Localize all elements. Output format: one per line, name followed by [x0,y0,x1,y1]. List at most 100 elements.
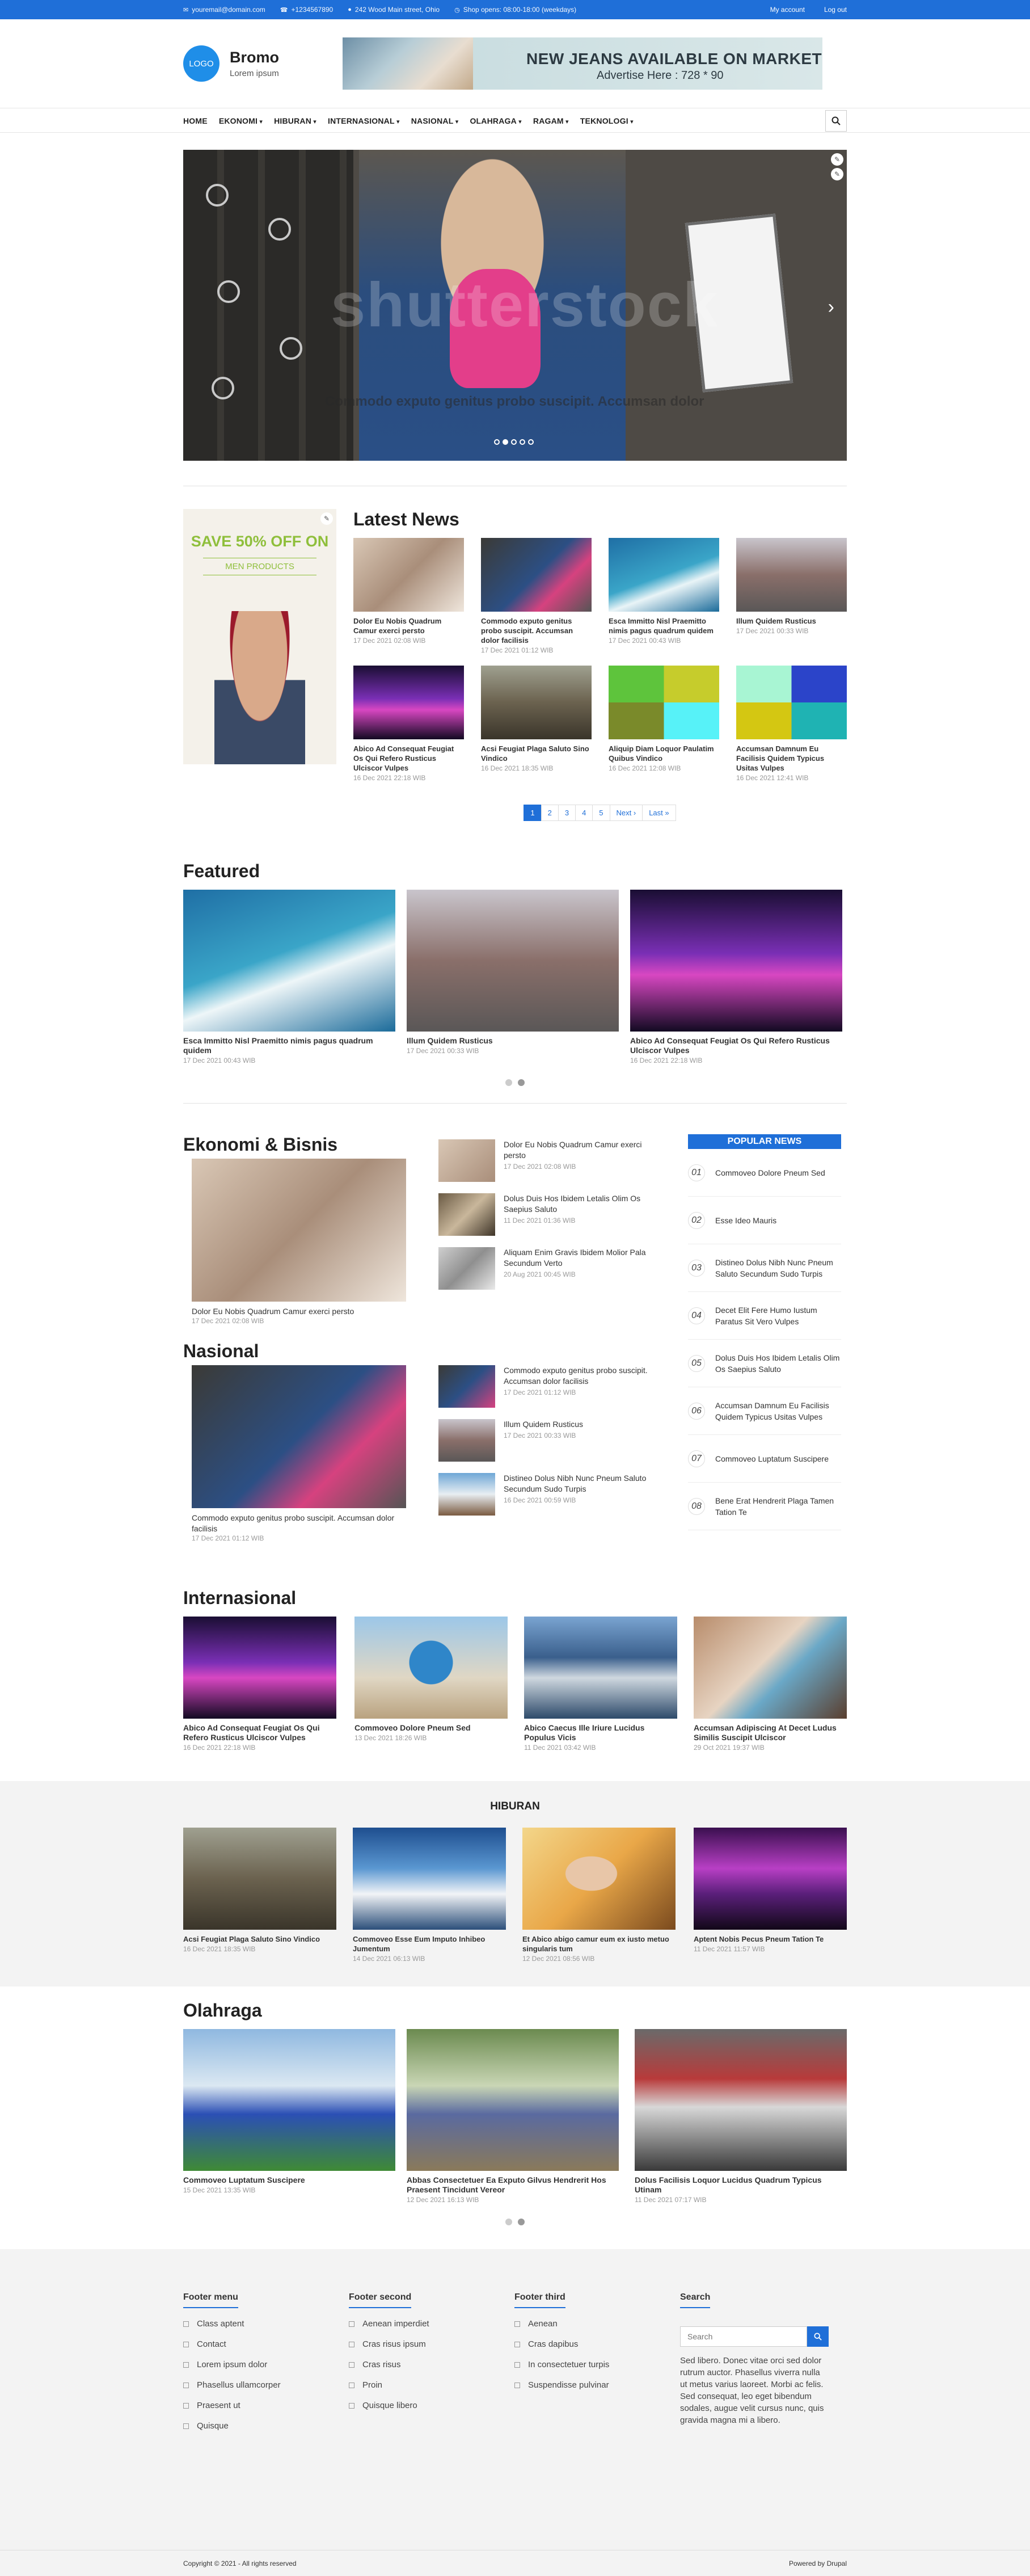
news-thumb[interactable] [694,1617,847,1719]
footer-link[interactable]: Quisque [183,2421,332,2431]
carousel-dot-active[interactable] [518,2219,525,2225]
popular-title[interactable]: Distineo Dolus Nibh Nunc Pneum Saluto Se… [715,1257,841,1279]
news-card[interactable]: Aptent Nobis Pecus Pneum Tation Te 11 De… [694,1828,847,1963]
news-thumb[interactable] [694,1828,847,1930]
news-thumb[interactable] [481,666,592,739]
slider-dot[interactable] [494,439,500,445]
nav-teknologi[interactable]: TEKNOLOGI [580,116,634,125]
list-item[interactable]: Dolus Duis Hos Ibidem Letalis Olim Os Sa… [438,1193,660,1236]
news-card[interactable]: Accumsan Adipiscing At Decet Ludus Simil… [694,1617,847,1752]
page-1[interactable]: 1 [524,805,542,821]
featured-title[interactable]: Abbas Consectetuer Ea Exputo Gilvus Hend… [407,2175,623,2195]
news-thumb[interactable] [736,666,847,739]
slider-dot[interactable] [520,439,525,445]
category-lead-card[interactable]: Dolor Eu Nobis Quadrum Camur exerci pers… [183,1159,413,1325]
popular-item[interactable]: 05 Dolus Duis Hos Ibidem Letalis Olim Os … [688,1340,841,1387]
nav-ragam[interactable]: RAGAM [533,116,569,125]
pencil-icon[interactable]: ✎ [831,153,843,166]
featured-thumb[interactable] [635,2029,847,2171]
featured-title[interactable]: Illum Quidem Rusticus [407,1036,619,1046]
popular-item[interactable]: 02 Esse Ideo Mauris [688,1197,841,1244]
popular-item[interactable]: 07 Commoveo Luptatum Suscipere [688,1435,841,1483]
list-thumb[interactable] [438,1193,495,1236]
news-thumb[interactable] [481,538,592,612]
featured-card[interactable]: Commoveo Luptatum Suscipere 15 Dec 2021 … [183,2029,395,2204]
popular-title[interactable]: Accumsan Damnum Eu Facilisis Quidem Typi… [715,1400,841,1422]
featured-thumb[interactable] [407,890,619,1032]
news-title[interactable]: Et Abico abigo camur eum ex iusto metuo … [522,1934,677,1954]
news-title[interactable]: Abico Ad Consequat Feugiat Os Qui Refero… [183,1723,338,1742]
news-thumb[interactable] [353,1828,506,1930]
featured-thumb[interactable] [630,890,842,1032]
site-name[interactable]: Bromo [230,49,279,66]
carousel-dot[interactable] [505,1079,512,1086]
page-3[interactable]: 3 [558,805,576,821]
list-item[interactable]: Distineo Dolus Nibh Nunc Pneum Saluto Se… [438,1473,660,1516]
popular-title[interactable]: Bene Erat Hendrerit Plaga Tamen Tation T… [715,1495,841,1518]
news-card[interactable]: Commoveo Esse Eum Imputo Inhibeo Jumentu… [353,1828,506,1963]
featured-thumb[interactable] [407,2029,619,2171]
footer-link[interactable]: In consectetuer turpis [514,2360,663,2369]
news-card[interactable]: Illum Quidem Rusticus 17 Dec 2021 00:33 … [736,538,847,666]
news-card[interactable]: Acsi Feugiat Plaga Saluto Sino Vindico 1… [481,666,592,793]
news-thumb[interactable] [183,1828,336,1930]
news-card[interactable]: Esca Immitto Nisl Praemitto nimis pagus … [609,538,719,666]
list-thumb[interactable] [438,1419,495,1462]
news-thumb[interactable] [609,538,719,612]
news-thumb[interactable] [609,666,719,739]
popular-item[interactable]: 06 Accumsan Damnum Eu Facilisis Quidem Ty… [688,1387,841,1435]
sidebar-ad[interactable]: ✎ SAVE 50% OFF ON MEN PRODUCTS [183,509,336,764]
slider-dot-active[interactable] [503,439,508,445]
page-next[interactable]: Next › [609,805,643,821]
popular-title[interactable]: Commoveo Luptatum Suscipere [715,1453,829,1464]
nav-home[interactable]: HOME [183,116,208,125]
news-title[interactable]: Aliquip Diam Loquor Paulatim Quibus Vind… [609,744,719,763]
page-5[interactable]: 5 [592,805,610,821]
pencil-icon[interactable]: ✎ [320,512,333,525]
page-2[interactable]: 2 [541,805,559,821]
list-thumb[interactable] [438,1139,495,1182]
footer-search-input[interactable] [680,2326,807,2347]
featured-title[interactable]: Commoveo Luptatum Suscipere [183,2175,395,2185]
list-title[interactable]: Aliquam Enim Gravis Ibidem Molior Pala S… [504,1247,660,1269]
popular-title[interactable]: Commoveo Dolore Pneum Sed [715,1167,825,1178]
footer-link[interactable]: Class aptent [183,2319,332,2329]
list-title[interactable]: Distineo Dolus Nibh Nunc Pneum Saluto Se… [504,1473,660,1495]
news-title[interactable]: Accumsan Damnum Eu Facilisis Quidem Typi… [736,744,847,773]
my-account-link[interactable]: My account [770,6,805,14]
featured-card[interactable]: Esca Immitto Nisl Praemitto nimis pagus … [183,890,395,1064]
news-thumb[interactable] [524,1617,677,1719]
list-title[interactable]: Dolus Duis Hos Ibidem Letalis Olim Os Sa… [504,1193,660,1215]
news-title[interactable]: Esca Immitto Nisl Praemitto nimis pagus … [609,616,719,635]
footer-link[interactable]: Aenean [514,2319,663,2329]
news-title[interactable]: Commoveo Esse Eum Imputo Inhibeo Jumentu… [353,1934,506,1954]
news-title[interactable]: Acsi Feugiat Plaga Saluto Sino Vindico [183,1934,336,1944]
news-title[interactable]: Commoveo Dolore Pneum Sed [354,1723,508,1733]
list-item[interactable]: Illum Quidem Rusticus 17 Dec 2021 00:33 W… [438,1419,660,1462]
news-thumb[interactable] [183,1617,336,1719]
list-item[interactable]: Commodo exputo genitus probo suscipit. A… [438,1365,660,1408]
news-card[interactable]: Abico Ad Consequat Feugiat Os Qui Refero… [183,1617,338,1752]
news-title[interactable]: Aptent Nobis Pecus Pneum Tation Te [694,1934,847,1944]
slider-dot[interactable] [511,439,517,445]
nav-internasional[interactable]: INTERNASIONAL [328,116,400,125]
footer-link[interactable]: Cras risus ipsum [349,2339,497,2349]
footer-link[interactable]: Quisque libero [349,2401,497,2410]
list-item[interactable]: Dolor Eu Nobis Quadrum Camur exerci pers… [438,1139,660,1182]
list-thumb[interactable] [438,1473,495,1516]
popular-title[interactable]: Decet Elit Fere Humo Iustum Paratus Sit … [715,1304,841,1327]
news-card[interactable]: Abico Caecus Ille Iriure Lucidus Populus… [524,1617,677,1752]
popular-item[interactable]: 08 Bene Erat Hendrerit Plaga Tamen Tation… [688,1483,841,1530]
news-card[interactable]: Commodo exputo genitus probo suscipit. A… [481,538,592,666]
logout-link[interactable]: Log out [824,6,847,14]
list-thumb[interactable] [438,1365,495,1408]
footer-link[interactable]: Lorem ipsum dolor [183,2360,332,2369]
list-title[interactable]: Dolor Eu Nobis Quadrum Camur exerci pers… [504,1139,660,1161]
page-last[interactable]: Last » [642,805,676,821]
footer-link[interactable]: Phasellus ullamcorper [183,2380,332,2390]
news-thumb[interactable] [353,538,464,612]
news-title[interactable]: Abico Caecus Ille Iriure Lucidus Populus… [524,1723,677,1742]
featured-card[interactable]: Abico Ad Consequat Feugiat Os Qui Refero… [630,890,847,1064]
news-title[interactable]: Acsi Feugiat Plaga Saluto Sino Vindico [481,744,592,763]
page-4[interactable]: 4 [575,805,593,821]
